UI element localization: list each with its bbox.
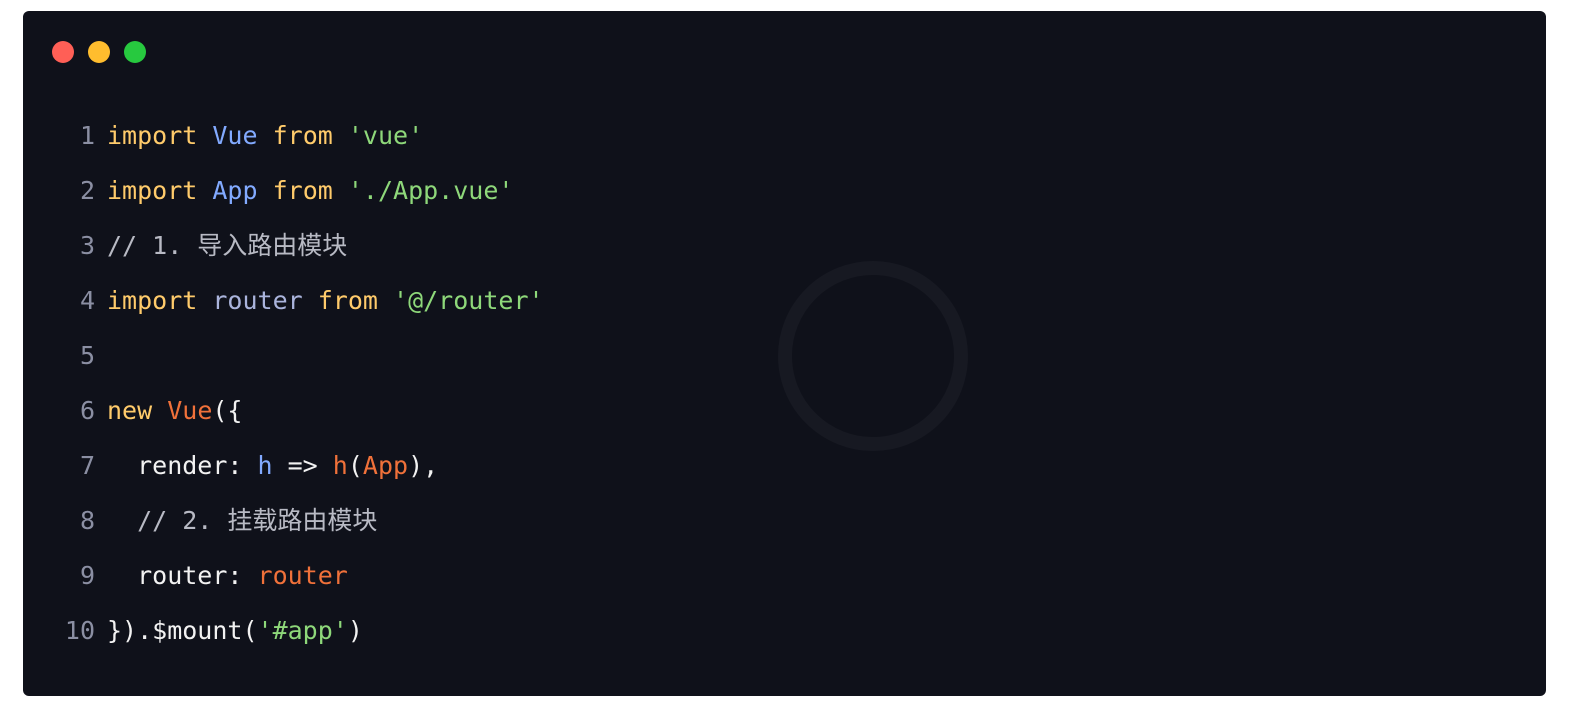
line-code: router: router [107, 548, 348, 603]
code-token: ({ [212, 396, 243, 425]
code-token: // 1. 导入路由模块 [107, 231, 348, 260]
code-token: from [272, 121, 333, 150]
code-token: './App.vue' [347, 176, 514, 205]
line-code: import router from '@/router' [107, 273, 544, 328]
code-token: from [317, 286, 378, 315]
close-dot-icon[interactable] [52, 41, 74, 63]
code-token: App [362, 451, 409, 480]
line-number: 2 [79, 176, 95, 205]
line-code: // 2. 挂载路由模块 [107, 493, 377, 548]
line-number: 10 [64, 616, 95, 645]
code-token: 'vue' [347, 121, 424, 150]
code-line: 5 [23, 328, 1546, 383]
code-token: render: [107, 451, 258, 480]
line-code: // 1. 导入路由模块 [107, 218, 347, 273]
code-token: ( [347, 451, 363, 480]
line-code: new Vue({ [107, 383, 242, 438]
code-line: 2 import App from './App.vue' [23, 163, 1546, 218]
code-token: // 2. 挂载路由模块 [107, 506, 378, 535]
minimize-dot-icon[interactable] [88, 41, 110, 63]
line-number: 7 [79, 451, 95, 480]
code-line: 4 import router from '@/router' [23, 273, 1546, 328]
line-number: 6 [79, 396, 95, 425]
code-line: 1 import Vue from 'vue' [23, 108, 1546, 163]
code-token: Vue [212, 121, 258, 150]
code-token: '@/router' [393, 286, 544, 315]
code-block: 1 import Vue from 'vue' 2 import App from '… [23, 108, 1546, 658]
code-line: 8 // 2. 挂载路由模块 [23, 493, 1546, 548]
code-token: ), [408, 451, 439, 480]
code-token: Vue [167, 396, 213, 425]
code-token: h [257, 451, 273, 480]
code-line: 10}).$mount('#app') [23, 603, 1546, 658]
line-code: import App from './App.vue' [107, 163, 513, 218]
line-code: import Vue from 'vue' [107, 108, 423, 163]
code-line: 7 render: h => h(App), [23, 438, 1546, 493]
line-number: 8 [79, 506, 95, 535]
line-number: 9 [79, 561, 95, 590]
code-line: 3 // 1. 导入路由模块 [23, 218, 1546, 273]
code-token: router [212, 286, 303, 315]
code-token: router [257, 561, 348, 590]
line-number: 3 [79, 231, 95, 260]
code-token: ) [347, 616, 363, 645]
maximize-dot-icon[interactable] [124, 41, 146, 63]
code-token: App [212, 176, 258, 205]
code-token: import [107, 286, 198, 315]
code-line: 9 router: router [23, 548, 1546, 603]
line-code: render: h => h(App), [107, 438, 438, 493]
code-token: import [107, 121, 198, 150]
code-line: 6 new Vue({ [23, 383, 1546, 438]
code-token: router: [107, 561, 258, 590]
line-number: 1 [79, 121, 95, 150]
code-token: $mount( [152, 616, 258, 645]
code-token: from [272, 176, 333, 205]
line-code: }).$mount('#app') [107, 603, 363, 658]
line-number: 4 [79, 286, 95, 315]
code-token: }). [107, 616, 153, 645]
code-token: import [107, 176, 198, 205]
line-number: 5 [79, 341, 95, 370]
code-token: h [332, 451, 348, 480]
code-window: 1 import Vue from 'vue' 2 import App from '… [23, 11, 1546, 696]
code-token: => [272, 451, 333, 480]
code-token: '#app' [257, 616, 348, 645]
code-token: new [107, 396, 153, 425]
